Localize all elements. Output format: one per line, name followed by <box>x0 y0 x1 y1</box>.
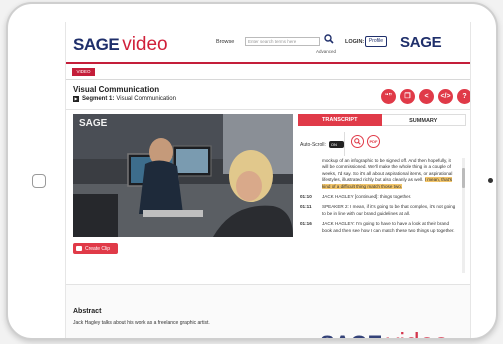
search-input[interactable]: Enter search terms here <box>245 37 320 46</box>
autoscroll-toggle[interactable]: ON <box>328 141 344 148</box>
play-icon: ▶ <box>73 96 79 102</box>
screen: SAGE video Browse Enter search terms her… <box>65 22 471 338</box>
nav-bar <box>66 62 470 64</box>
logo-product: video <box>122 34 168 55</box>
footer-logo-product: video <box>386 327 448 338</box>
camera-icon <box>488 178 493 183</box>
profile-button[interactable]: Profile <box>365 36 387 47</box>
clip-icon <box>76 246 82 251</box>
autoscroll-control: Auto-Scroll: ON <box>300 141 344 148</box>
help-icon[interactable]: ? <box>457 89 470 104</box>
transcript-scrollbar[interactable] <box>462 158 465 273</box>
sage-logo[interactable]: SAGE <box>400 34 442 51</box>
transcript-text: mockup of an infographic to be signed of… <box>322 158 460 190</box>
divider <box>66 109 470 110</box>
transcript-row[interactable]: 01:16 JACK HAGLEY: I'm going to have to … <box>298 221 460 234</box>
home-button[interactable] <box>32 174 46 188</box>
segment-name: Visual Communication <box>116 96 176 102</box>
transcript-time: 01:10 <box>300 194 312 200</box>
transcript-text: JACK HAGLEY [continued]: things together… <box>322 194 412 200</box>
transcript-row[interactable]: mockup of an infographic to be signed of… <box>298 158 460 190</box>
divider <box>66 79 470 80</box>
transcript-list[interactable]: mockup of an infographic to be signed of… <box>298 158 460 273</box>
share-icon[interactable]: < <box>419 89 434 104</box>
segment-label: Segment 1: <box>82 96 115 102</box>
video-tag[interactable]: VIDEO <box>72 68 95 76</box>
embed-icon[interactable]: </> <box>438 89 453 104</box>
video-frame <box>73 114 293 237</box>
transcript-search-button[interactable] <box>351 135 364 148</box>
pdf-button[interactable]: PDF <box>367 135 380 148</box>
login-label: LOGIN: <box>345 39 365 45</box>
divider <box>344 132 345 156</box>
transcript-row[interactable]: 01:10 JACK HAGLEY [continued]: things to… <box>298 194 460 200</box>
abstract-text: Jack Hagley talks about his work as a fr… <box>73 320 210 326</box>
advanced-search-link[interactable]: Advanced <box>316 49 336 54</box>
action-icons: “” ❒ < </> ? <box>381 89 470 104</box>
logo-brand: SAGE <box>73 35 120 54</box>
transcript-text: JACK HAGLEY: I'm going to have to have a… <box>322 221 455 233</box>
footer-logo-brand: SAGE <box>320 331 382 338</box>
transcript-time: 01:11 <box>300 204 312 210</box>
search-icon <box>354 138 361 145</box>
transcript-row[interactable]: 01:11 SPEAKER 2: I mean, if it's going t… <box>298 204 460 217</box>
segment-info: ▶ Segment 1: Visual Communication <box>73 96 176 102</box>
sage-video-logo[interactable]: SAGE video <box>73 34 168 56</box>
autoscroll-label: Auto-Scroll: <box>300 141 326 148</box>
tablet-frame: SAGE video Browse Enter search terms her… <box>6 2 498 340</box>
video-player[interactable]: SAGE <box>73 114 293 237</box>
copy-icon[interactable]: ❒ <box>400 89 415 104</box>
transcript-time: 01:16 <box>300 221 312 227</box>
tab-summary[interactable]: SUMMARY <box>381 114 466 126</box>
quote-icon[interactable]: “” <box>381 89 396 104</box>
video-watermark: SAGE <box>79 118 108 129</box>
browse-link[interactable]: Browse <box>216 39 234 45</box>
search-icon[interactable] <box>324 34 334 44</box>
panel-tabs: TRANSCRIPT SUMMARY <box>298 114 466 126</box>
transcript-time <box>298 158 322 190</box>
create-clip-button[interactable]: Create Clip <box>73 243 118 254</box>
tab-transcript[interactable]: TRANSCRIPT <box>298 114 382 126</box>
footer-logo: SAGE video <box>320 327 449 338</box>
transcript-text: SPEAKER 2: I mean, if it's going to be t… <box>322 204 456 216</box>
scrollbar-thumb[interactable] <box>462 168 465 188</box>
page-title: Visual Communication <box>73 85 160 94</box>
abstract-title: Abstract <box>73 308 102 315</box>
site-header: SAGE video Browse Enter search terms her… <box>66 22 470 62</box>
create-clip-label: Create Clip <box>85 245 111 252</box>
